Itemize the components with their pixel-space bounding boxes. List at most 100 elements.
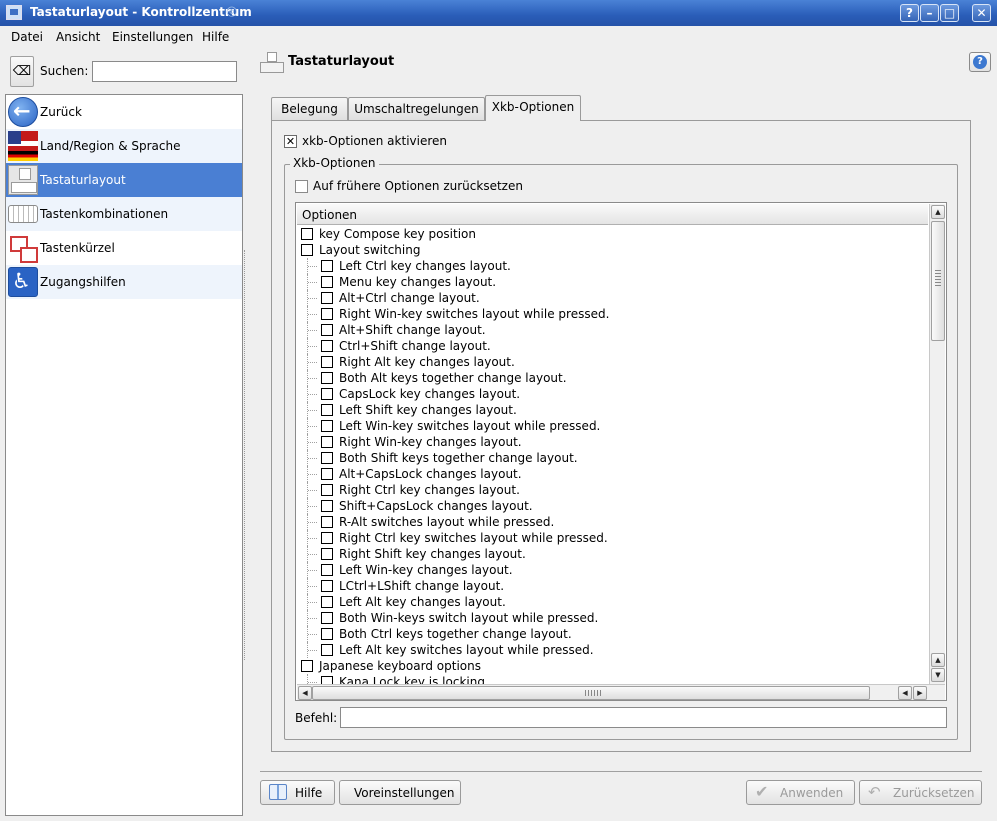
tree-row[interactable]: Alt+Ctrl change layout. [296, 290, 929, 306]
option-checkbox[interactable] [321, 388, 333, 400]
vertical-scrollbar[interactable]: ▲ ▲ ▼ [929, 204, 945, 684]
tree-row[interactable]: Both Shift keys together change layout. [296, 450, 929, 466]
sidebar-item-key-combinations[interactable]: Tastenkombinationen [6, 197, 242, 231]
enable-xkb-checkbox[interactable]: ✕ [284, 135, 297, 148]
option-label: Left Win-key changes layout. [339, 563, 513, 577]
whats-this-button[interactable]: ? [969, 52, 991, 72]
option-checkbox[interactable] [321, 324, 333, 336]
option-checkbox[interactable] [321, 548, 333, 560]
tree-row[interactable]: Left Shift key changes layout. [296, 402, 929, 418]
horizontal-scroll-thumb[interactable] [312, 686, 870, 700]
tree-row[interactable]: Both Ctrl keys together change layout. [296, 626, 929, 642]
sidebar-splitter[interactable] [244, 250, 246, 660]
option-checkbox[interactable] [321, 676, 333, 684]
option-checkbox[interactable] [321, 468, 333, 480]
maximize-button[interactable]: □ [940, 4, 959, 22]
scroll-down-arrow[interactable]: ▼ [931, 668, 945, 682]
tree-row[interactable]: Left Ctrl key changes layout. [296, 258, 929, 274]
minimize-button[interactable]: – [920, 4, 939, 22]
tree-row[interactable]: Alt+CapsLock changes layout. [296, 466, 929, 482]
tree-row[interactable]: Right Ctrl key switches layout while pre… [296, 530, 929, 546]
menu-datei[interactable]: Datei [11, 30, 43, 44]
sidebar-item-keyboard-layout[interactable]: Tastaturlayout [6, 163, 242, 197]
option-checkbox[interactable] [321, 580, 333, 592]
tab-belegung[interactable]: Belegung [271, 97, 348, 120]
tree-row[interactable]: Left Win-key changes layout. [296, 562, 929, 578]
tree-column-header[interactable]: Optionen [297, 204, 928, 225]
search-input[interactable] [92, 61, 237, 82]
option-checkbox[interactable] [321, 356, 333, 368]
menu-ansicht[interactable]: Ansicht [56, 30, 100, 44]
vertical-scroll-thumb[interactable] [931, 221, 945, 341]
tree-row[interactable]: Left Alt key switches layout while press… [296, 642, 929, 658]
tree-row[interactable]: Kana Lock key is locking [296, 674, 929, 684]
scroll-right-arrow[interactable]: ▶ [913, 686, 927, 700]
sidebar-item-shortcuts[interactable]: Tastenkürzel [6, 231, 242, 265]
option-checkbox[interactable] [321, 372, 333, 384]
option-checkbox[interactable] [321, 292, 333, 304]
tree-row[interactable]: Left Alt key changes layout. [296, 594, 929, 610]
tree-row[interactable]: Right Alt key changes layout. [296, 354, 929, 370]
reset-options-checkbox[interactable] [295, 180, 308, 193]
option-checkbox[interactable] [321, 612, 333, 624]
clear-search-button[interactable]: ⌫ [10, 56, 34, 87]
option-checkbox[interactable] [321, 452, 333, 464]
tree-row[interactable]: CapsLock key changes layout. [296, 386, 929, 402]
tree-row[interactable]: Layout switching [296, 242, 929, 258]
sidebar-item-back[interactable]: Zurück [6, 95, 242, 129]
option-checkbox[interactable] [321, 420, 333, 432]
option-checkbox[interactable] [321, 644, 333, 656]
scroll-left-arrow[interactable]: ◀ [298, 686, 312, 700]
option-checkbox[interactable] [321, 516, 333, 528]
help-button[interactable]: Hilfe [260, 780, 335, 805]
help-window-button[interactable]: ? [900, 4, 919, 22]
defaults-button[interactable]: Voreinstellungen [339, 780, 461, 805]
sidebar-item-region-language[interactable]: Land/Region & Sprache [6, 129, 242, 163]
option-checkbox[interactable] [321, 532, 333, 544]
tree-row[interactable]: Right Win-key switches layout while pres… [296, 306, 929, 322]
options-tree[interactable]: Optionen key Compose key position Layout … [295, 202, 947, 701]
horizontal-scrollbar[interactable]: ◀ ◀ ▶ [297, 684, 945, 700]
sidebar-item-accessibility[interactable]: Zugangshilfen [6, 265, 242, 299]
command-field[interactable] [340, 707, 947, 728]
option-checkbox[interactable] [321, 308, 333, 320]
option-checkbox[interactable] [321, 260, 333, 272]
tree-row[interactable]: Right Shift key changes layout. [296, 546, 929, 562]
option-checkbox[interactable] [301, 228, 313, 240]
reset-button[interactable]: ↶ Zurücksetzen [859, 780, 982, 805]
tree-row[interactable]: Right Win-key changes layout. [296, 434, 929, 450]
apply-button[interactable]: ✔ Anwenden [746, 780, 855, 805]
scroll-left-arrow-right[interactable]: ◀ [898, 686, 912, 700]
option-checkbox[interactable] [321, 596, 333, 608]
option-checkbox[interactable] [301, 244, 313, 256]
tree-row[interactable]: Right Ctrl key changes layout. [296, 482, 929, 498]
option-checkbox[interactable] [321, 564, 333, 576]
tree-row[interactable]: LCtrl+LShift change layout. [296, 578, 929, 594]
menu-hilfe[interactable]: Hilfe [202, 30, 229, 44]
option-checkbox[interactable] [321, 276, 333, 288]
tree-row[interactable]: Japanese keyboard options [296, 658, 929, 674]
tree-row[interactable]: R-Alt switches layout while pressed. [296, 514, 929, 530]
tree-row[interactable]: Alt+Shift change layout. [296, 322, 929, 338]
option-checkbox[interactable] [321, 340, 333, 352]
option-checkbox[interactable] [321, 404, 333, 416]
scroll-up-arrow[interactable]: ▲ [931, 205, 945, 219]
option-checkbox[interactable] [321, 500, 333, 512]
tree-row[interactable]: Both Alt keys together change layout. [296, 370, 929, 386]
tab-xkb-optionen[interactable]: Xkb-Optionen [485, 95, 581, 121]
option-checkbox[interactable] [321, 484, 333, 496]
option-checkbox[interactable] [321, 436, 333, 448]
tree-row[interactable]: Both Win-keys switch layout while presse… [296, 610, 929, 626]
menu-einstellungen[interactable]: Einstellungen [112, 30, 193, 44]
scroll-up-arrow-bottom[interactable]: ▲ [931, 653, 945, 667]
close-button[interactable]: ✕ [972, 4, 991, 22]
tree-row[interactable]: Left Win-key switches layout while press… [296, 418, 929, 434]
option-checkbox[interactable] [301, 660, 313, 672]
tree-row[interactable]: Menu key changes layout. [296, 274, 929, 290]
option-checkbox[interactable] [321, 628, 333, 640]
tab-umschaltregelungen[interactable]: Umschaltregelungen [348, 97, 485, 120]
tree-row[interactable]: Shift+CapsLock changes layout. [296, 498, 929, 514]
tree-row[interactable]: Ctrl+Shift change layout. [296, 338, 929, 354]
window-titlebar[interactable]: Tastaturlayout - Kontrollzentrum ◎ ? – □… [0, 0, 997, 26]
tree-row[interactable]: key Compose key position [296, 226, 929, 242]
